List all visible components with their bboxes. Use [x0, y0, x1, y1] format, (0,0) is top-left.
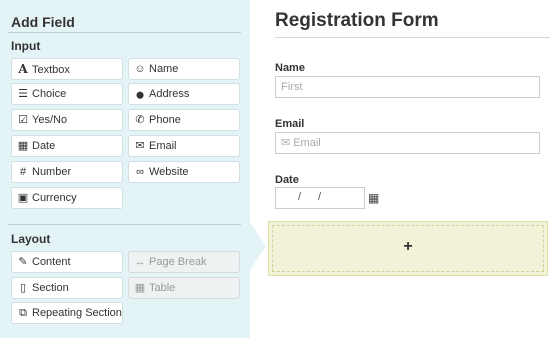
button-label: Repeating Section — [32, 307, 122, 319]
name-button[interactable]: ☺ Name — [128, 58, 240, 80]
button-label: Currency — [32, 192, 77, 204]
calendar-icon[interactable]: ▦ — [368, 191, 379, 205]
repeating-section-button[interactable]: ⧉ Repeating Section — [11, 302, 123, 324]
panel-title: Add Field — [11, 14, 75, 30]
list-icon: ☰ — [18, 88, 28, 100]
smiley-icon: ☺ — [134, 63, 146, 75]
divider — [8, 32, 241, 33]
date-separator: / — [298, 191, 302, 203]
money-icon: ▣ — [17, 192, 29, 204]
panel-pointer — [250, 222, 266, 270]
date-label: Date — [275, 174, 299, 186]
button-label: Page Break — [149, 256, 207, 268]
edit-icon: ✎ — [18, 256, 28, 268]
date-separator: / — [318, 191, 322, 203]
button-label: Choice — [32, 88, 67, 100]
textbox-button[interactable]: A Textbox — [11, 58, 123, 80]
section-button[interactable]: ▯ Section — [11, 277, 123, 299]
checkbox-icon: ☑ — [18, 114, 28, 126]
button-label: Name — [149, 63, 179, 75]
add-icon[interactable]: + — [269, 238, 547, 256]
map-marker-icon: ⬤ — [136, 92, 144, 99]
content-button[interactable]: ✎ Content — [11, 251, 123, 273]
divider — [275, 37, 550, 38]
placeholder: First — [281, 81, 303, 93]
copy-icon: ⧉ — [19, 307, 27, 319]
button-label: Number — [32, 166, 72, 178]
email-input[interactable]: ✉ Email — [275, 132, 540, 154]
table-button[interactable]: ▦ Table — [128, 277, 240, 299]
table-icon: ▦ — [134, 282, 146, 294]
button-label: Section — [32, 282, 69, 294]
button-label: Table — [149, 282, 176, 294]
hash-icon: # — [19, 166, 27, 178]
date-button[interactable]: ▦ Date — [11, 135, 123, 157]
choice-button[interactable]: ☰ Choice — [11, 83, 123, 105]
website-button[interactable]: ∞ Website — [128, 161, 240, 183]
currency-button[interactable]: ▣ Currency — [11, 187, 123, 209]
button-label: Yes/No — [32, 114, 68, 126]
button-label: Phone — [149, 114, 181, 126]
form-title: Registration Form — [275, 10, 439, 31]
email-button[interactable]: ✉ Email — [128, 135, 240, 157]
button-label: Content — [32, 256, 71, 268]
button-label: Email — [149, 140, 177, 152]
date-input[interactable]: / / — [275, 187, 365, 209]
envelope-icon: ✉ — [281, 137, 291, 149]
number-button[interactable]: # Number — [11, 161, 123, 183]
button-label: Textbox — [32, 64, 70, 76]
file-icon: ▯ — [19, 282, 27, 294]
name-first-input[interactable]: First — [275, 76, 540, 98]
name-label: Name — [275, 62, 305, 74]
divider — [8, 224, 241, 225]
text-a-icon: A — [18, 62, 28, 76]
field-drop-zone[interactable]: + — [268, 221, 548, 276]
layout-section-label: Layout — [11, 232, 51, 246]
phone-icon: ✆ — [135, 114, 145, 126]
phone-button[interactable]: ✆ Phone — [128, 109, 240, 131]
address-button[interactable]: ⬤ Address — [128, 83, 240, 105]
input-section-label: Input — [11, 39, 41, 53]
yes-no-button[interactable]: ☑ Yes/No — [11, 109, 123, 131]
envelope-icon: ✉ — [135, 140, 145, 152]
button-label: Website — [149, 166, 189, 178]
placeholder: Email — [293, 137, 321, 149]
link-icon: ∞ — [136, 166, 144, 178]
button-label: Address — [149, 88, 190, 100]
button-label: Date — [32, 140, 56, 152]
arrows-horizontal-icon: ↔ — [134, 256, 146, 268]
page-break-button[interactable]: ↔ Page Break — [128, 251, 240, 273]
email-label: Email — [275, 118, 305, 130]
calendar-icon: ▦ — [17, 140, 29, 152]
